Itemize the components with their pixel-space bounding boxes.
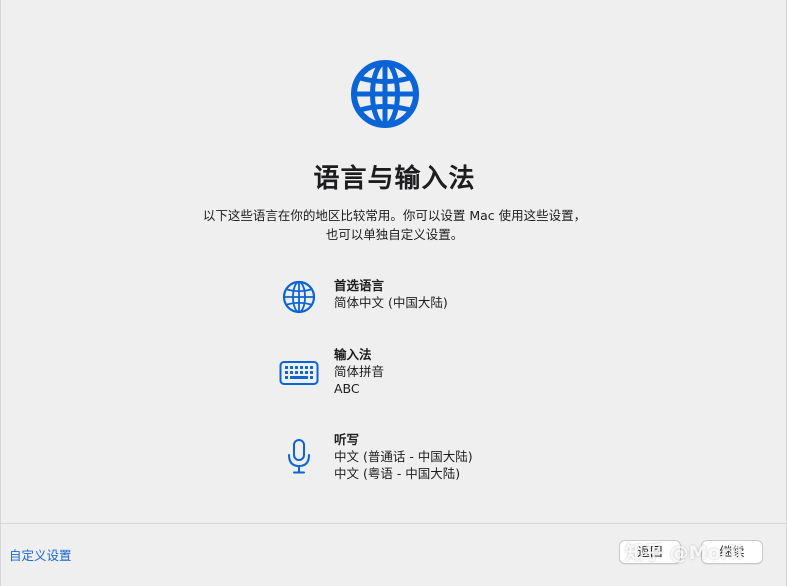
globe-icon [282, 280, 316, 314]
preferred-language-title: 首选语言 [334, 278, 385, 293]
subtitle-line-1: 以下这些语言在你的地区比较常用。你可以设置 Mac 使用这些设置， [202, 208, 587, 223]
setup-assistant-window: 语言与输入法 以下这些语言在你的地区比较常用。你可以设置 Mac 使用这些设置，… [0, 0, 787, 586]
input-method-value: ABC [334, 381, 360, 396]
dictation-value: 中文 (普通话 - 中国大陆) [334, 449, 473, 464]
continue-button[interactable]: 继续 [701, 540, 763, 564]
page-title: 语言与输入法 [313, 164, 476, 194]
preferred-language-value: 简体中文 (中国大陆) [334, 295, 448, 310]
dictation-text: 听写 中文 (普通话 - 中国大陆) 中文 (粤语 - 中国大陆) [334, 431, 473, 482]
customize-settings-link[interactable]: 自定义设置 [9, 545, 72, 564]
input-method-section: 输入法 简体拼音 ABC [279, 346, 539, 402]
back-button[interactable]: 返回 [619, 540, 681, 564]
preferred-language-section: 首选语言 简体中文 (中国大陆) [279, 277, 539, 317]
dictation-value: 中文 (粤语 - 中国大陆) [334, 466, 461, 481]
input-method-title: 输入法 [334, 347, 372, 362]
globe-icon [351, 60, 419, 128]
footer-divider [1, 523, 787, 524]
dictation-title: 听写 [334, 432, 360, 447]
preferred-language-text: 首选语言 简体中文 (中国大陆) [334, 277, 448, 311]
keyboard-icon [279, 361, 319, 385]
page-subtitle: 以下这些语言在你的地区比较常用。你可以设置 Mac 使用这些设置， 也可以单独自… [1, 206, 787, 244]
microphone-icon [288, 439, 310, 474]
dictation-section: 听写 中文 (普通话 - 中国大陆) 中文 (粤语 - 中国大陆) [279, 431, 539, 487]
input-method-value: 简体拼音 [334, 364, 385, 379]
subtitle-line-2: 也可以单独自定义设置。 [325, 227, 464, 242]
input-method-text: 输入法 简体拼音 ABC [334, 346, 384, 397]
